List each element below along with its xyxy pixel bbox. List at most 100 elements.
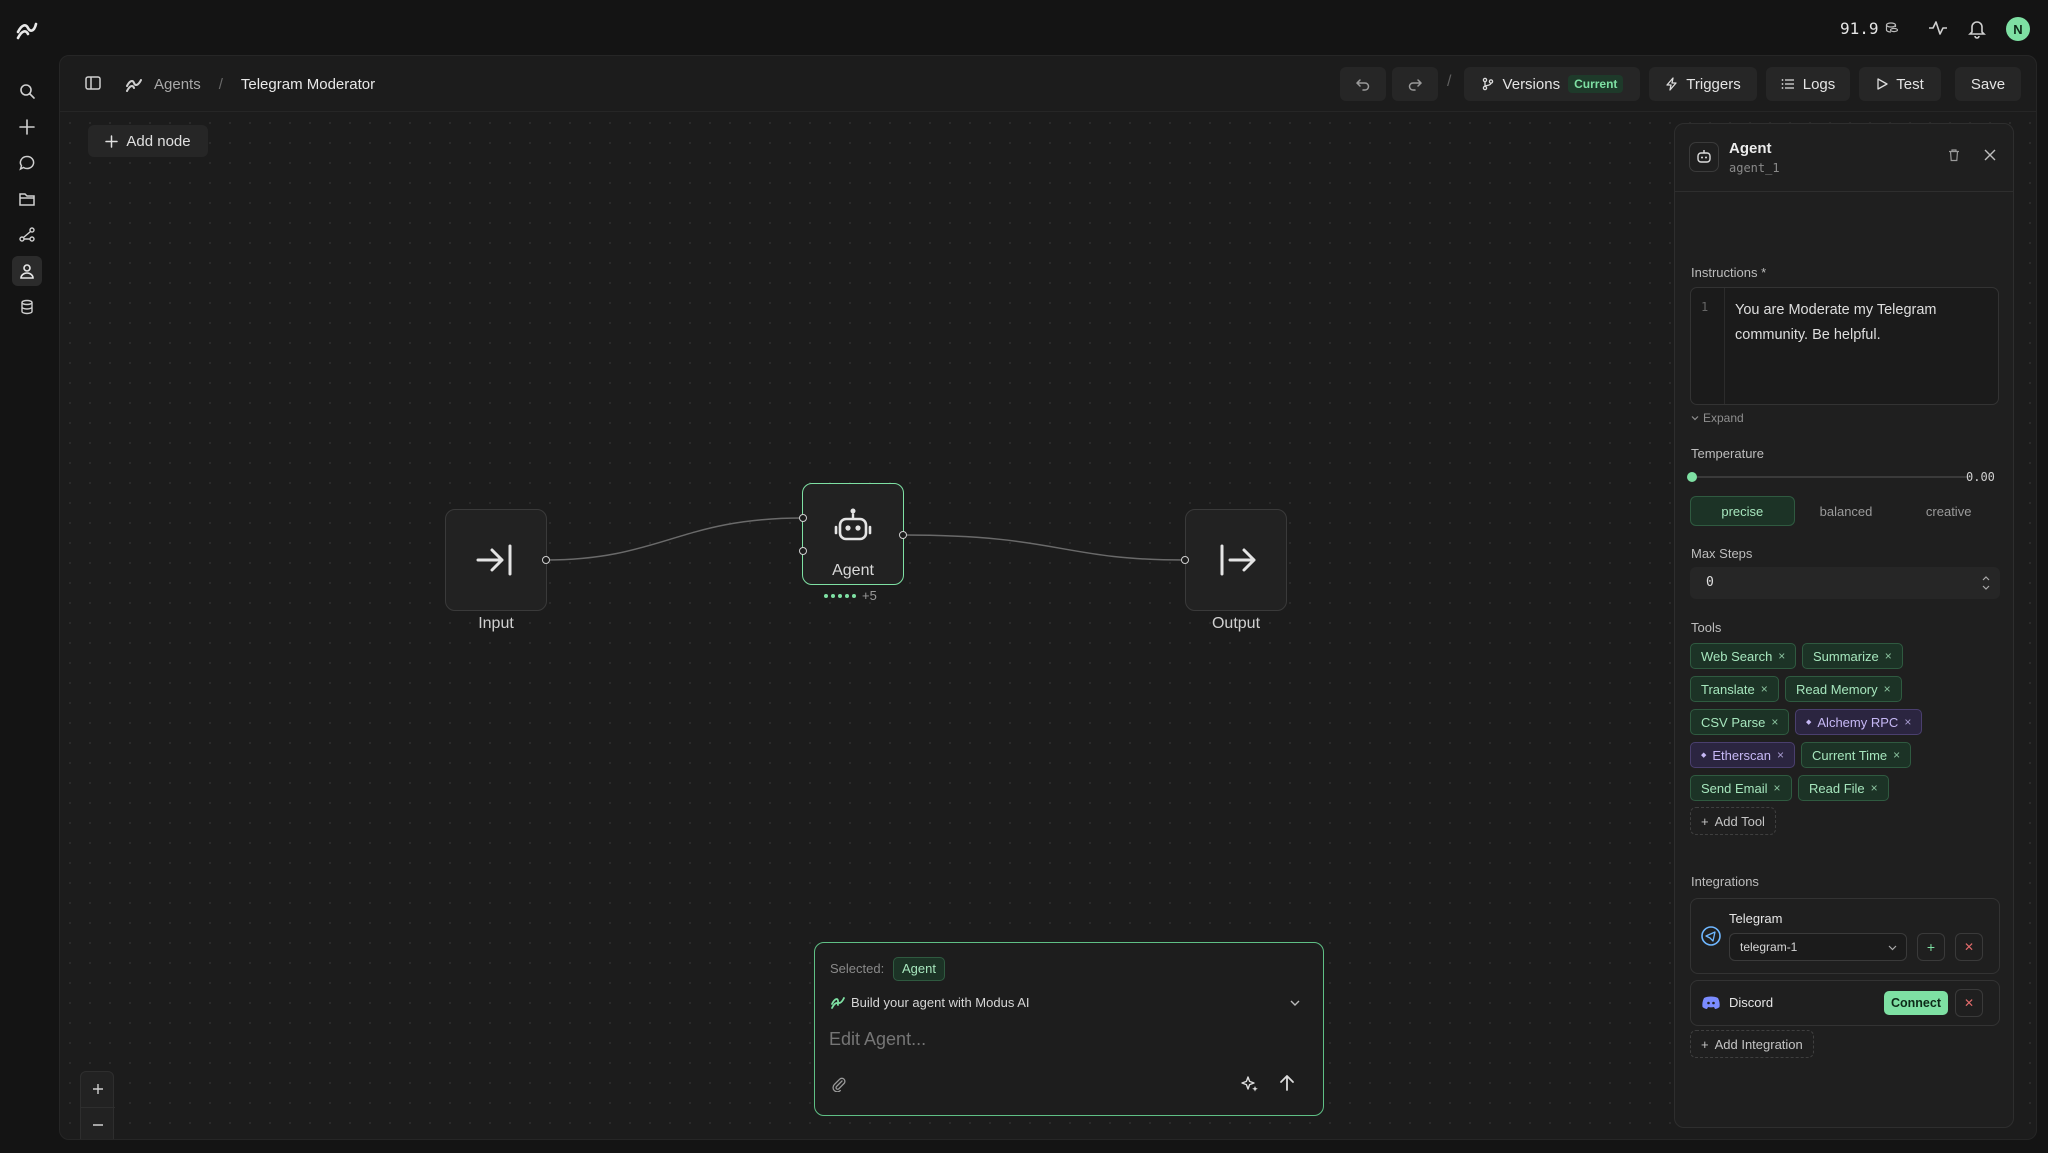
preset-precise[interactable]: precise [1690, 496, 1795, 526]
user-avatar[interactable]: N [2006, 17, 2030, 41]
sidebar-toggle-icon[interactable] [82, 72, 106, 96]
robot-icon [832, 505, 874, 547]
line-number: 1 [1701, 300, 1709, 314]
versions-button[interactable]: Versions Current [1464, 67, 1640, 101]
tool-chip[interactable]: Read Memory × [1785, 676, 1902, 702]
expand-button[interactable]: Expand [1691, 411, 1744, 425]
chat-input[interactable] [829, 1023, 1299, 1055]
tool-chip[interactable]: Read File × [1798, 775, 1889, 801]
preset-creative[interactable]: creative [1897, 496, 2000, 526]
tool-chip[interactable]: Current Time × [1801, 742, 1912, 768]
required-mark: * [1761, 265, 1767, 280]
tool-chip[interactable]: ◆ Etherscan × [1690, 742, 1795, 768]
tool-chip-label: Read Memory [1796, 681, 1878, 697]
add-tool-button[interactable]: + Add Tool [1690, 807, 1776, 835]
remove-tool-icon[interactable]: × [1871, 781, 1878, 795]
plus-icon[interactable] [12, 112, 42, 142]
input-node[interactable] [445, 509, 547, 611]
chevron-down-icon[interactable] [1289, 997, 1301, 1009]
remove-tool-icon[interactable]: × [1893, 748, 1900, 762]
discord-icon [1701, 994, 1721, 1012]
zoom-in-button[interactable] [81, 1072, 115, 1106]
max-steps-value: 0 [1706, 575, 1714, 590]
send-arrow-icon[interactable] [1277, 1073, 1297, 1093]
agent-node-handle-right[interactable] [899, 531, 907, 539]
workflow-icon[interactable] [12, 220, 42, 250]
agent-node-handle-left[interactable] [799, 514, 807, 522]
tool-chip[interactable]: Summarize × [1802, 643, 1903, 669]
remove-tool-icon[interactable]: × [1761, 682, 1768, 696]
tool-chip-label: Current Time [1812, 747, 1888, 763]
output-node-handle[interactable] [1181, 556, 1189, 564]
chevron-down-icon [1888, 943, 1897, 952]
undo-button[interactable] [1340, 67, 1386, 101]
preset-balanced[interactable]: balanced [1795, 496, 1898, 526]
header-separator: / [1447, 73, 1452, 90]
remove-tool-icon[interactable]: × [1778, 649, 1785, 663]
database-icon[interactable] [12, 292, 42, 322]
chat-icon[interactable] [12, 148, 42, 178]
ai-chat-box: Selected: Agent Build your agent with Mo… [814, 942, 1324, 1116]
remove-discord-button[interactable]: ✕ [1955, 989, 1983, 1017]
tool-chip-label: Send Email [1701, 780, 1768, 796]
agents-icon[interactable] [12, 256, 42, 286]
temperature-slider[interactable] [1687, 472, 1971, 482]
activity-icon[interactable] [1927, 17, 1949, 39]
test-button[interactable]: Test [1859, 67, 1941, 101]
search-icon[interactable] [12, 76, 42, 106]
max-steps-input[interactable]: 0 [1690, 567, 2000, 599]
paperclip-icon[interactable] [831, 1076, 847, 1092]
instructions-editor[interactable]: 1 You are Moderate my Telegram community… [1690, 287, 1999, 405]
remove-tool-icon[interactable]: × [1885, 649, 1892, 663]
agent-node[interactable]: Agent [802, 483, 904, 585]
tool-chip[interactable]: Send Email × [1690, 775, 1792, 801]
credits-display[interactable]: 91.9 [1840, 18, 1899, 38]
agent-extra-count: +5 [862, 588, 877, 603]
remove-tool-icon[interactable]: × [1904, 715, 1911, 729]
agent-tools-indicator: +5 [824, 588, 877, 603]
stepper-icon[interactable] [1981, 572, 1991, 594]
zoom-out-button[interactable] [81, 1107, 115, 1139]
delete-icon[interactable] [1947, 148, 1961, 162]
max-steps-label: Max Steps [1691, 546, 1753, 561]
redo-button[interactable] [1392, 67, 1438, 101]
discord-connect-button[interactable]: Connect [1884, 991, 1948, 1015]
remove-telegram-button[interactable]: ✕ [1955, 933, 1983, 961]
breadcrumb-separator: / [218, 75, 223, 93]
telegram-icon [1701, 926, 1721, 946]
temperature-label: Temperature [1691, 446, 1764, 461]
selected-node-badge[interactable]: Agent [893, 957, 945, 981]
integration-dot-icon: ◆ [1701, 752, 1707, 759]
app-logo-icon[interactable] [14, 16, 40, 42]
panel-agent-id: agent_1 [1729, 161, 1780, 175]
sparkles-icon[interactable] [1240, 1074, 1260, 1094]
output-node[interactable] [1185, 509, 1287, 611]
folder-icon[interactable] [12, 184, 42, 214]
close-icon[interactable] [1983, 148, 1997, 162]
remove-tool-icon[interactable]: × [1884, 682, 1891, 696]
input-node-handle[interactable] [542, 556, 550, 564]
add-integration-button[interactable]: + Add Integration [1690, 1030, 1814, 1058]
remove-tool-icon[interactable]: × [1777, 748, 1784, 762]
plus-icon: + [1701, 1036, 1709, 1052]
tool-chip[interactable]: Web Search × [1690, 643, 1797, 669]
bell-icon[interactable] [1966, 17, 1988, 39]
breadcrumb-agents-link[interactable]: Agents [154, 76, 201, 93]
discord-name: Discord [1729, 995, 1774, 1010]
tool-chip[interactable]: ◆ Alchemy RPC × [1795, 709, 1923, 735]
tool-chip[interactable]: CSV Parse × [1690, 709, 1790, 735]
tool-chip[interactable]: Translate × [1690, 676, 1779, 702]
instructions-text[interactable]: You are Moderate my Telegram community. … [1735, 298, 1985, 348]
remove-tool-icon[interactable]: × [1771, 715, 1778, 729]
temperature-value: 0.00 [1966, 470, 1995, 484]
agent-node-handle-left-2[interactable] [799, 547, 807, 555]
temperature-slider-thumb[interactable] [1687, 472, 1697, 482]
modus-logo-icon [830, 994, 846, 1010]
telegram-account-select[interactable]: telegram-1 [1729, 933, 1907, 961]
save-button[interactable]: Save [1955, 67, 2021, 101]
triggers-label: Triggers [1686, 75, 1741, 93]
remove-tool-icon[interactable]: × [1773, 781, 1780, 795]
logs-button[interactable]: Logs [1766, 67, 1850, 101]
triggers-button[interactable]: Triggers [1649, 67, 1757, 101]
add-telegram-account-button[interactable]: + [1917, 933, 1945, 961]
